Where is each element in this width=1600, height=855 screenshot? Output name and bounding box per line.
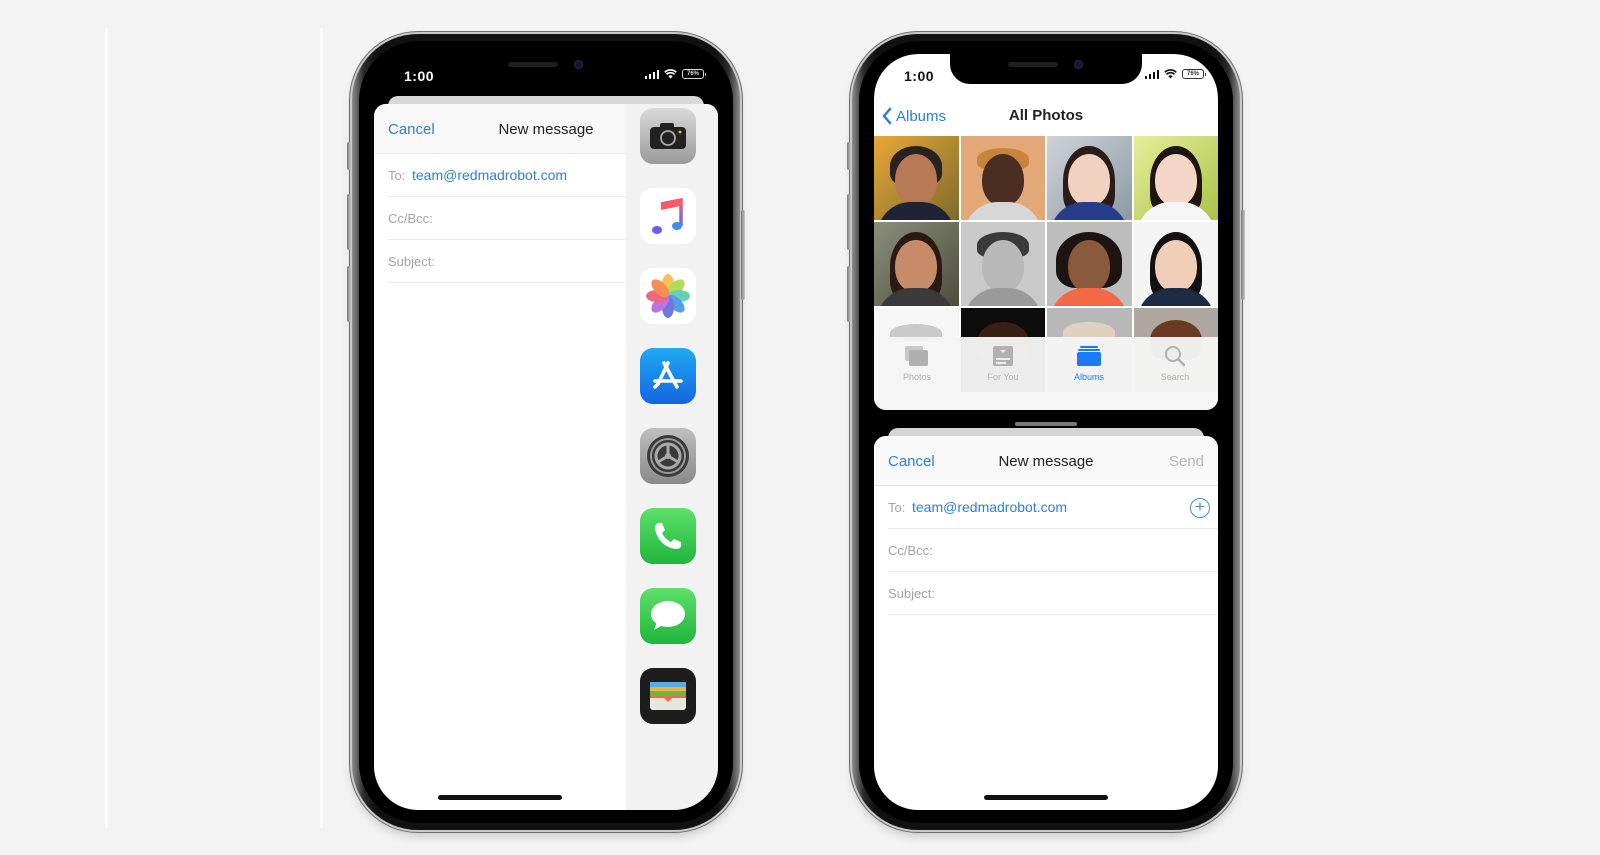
wifi-icon <box>664 69 677 79</box>
cc-bcc-label: Cc/Bcc: <box>888 543 933 558</box>
photo-thumbnail[interactable] <box>960 136 1045 220</box>
left-phone: 1:00 76% New message Cancel Send To: tea… <box>347 34 745 830</box>
albums-back-button[interactable]: Albums <box>882 107 946 125</box>
tab-photos[interactable]: Photos <box>874 337 960 410</box>
cc-bcc-field[interactable]: Cc/Bcc: <box>388 197 626 240</box>
tab-photos-label: Photos <box>902 372 932 382</box>
tab-search[interactable]: Search <box>1132 337 1218 410</box>
to-label: To: <box>888 500 906 515</box>
photo-thumbnail[interactable] <box>874 222 959 306</box>
photo-thumbnail[interactable] <box>1047 136 1132 220</box>
phone-icon[interactable] <box>640 508 696 564</box>
camera-icon[interactable] <box>640 108 696 164</box>
search-icon <box>1162 345 1188 367</box>
home-indicator[interactable] <box>984 795 1108 800</box>
compose-sheet: New message Cancel Send To: team@redmadr… <box>374 104 718 810</box>
music-icon[interactable] <box>640 188 696 244</box>
tab-search-label: Search <box>1160 372 1190 382</box>
home-indicator[interactable] <box>438 795 562 800</box>
tab-for-you[interactable]: For You <box>960 337 1046 410</box>
app-store-icon[interactable] <box>640 348 696 404</box>
subject-label: Subject: <box>388 254 435 269</box>
cancel-button[interactable]: Cancel <box>388 121 435 138</box>
messages-icon[interactable] <box>640 588 696 644</box>
subject-field[interactable]: Subject: <box>888 572 1218 615</box>
albums-icon <box>1076 345 1102 367</box>
right-phone: 1:00 76% All Photos Albums Photos For Yo… <box>847 34 1245 830</box>
tab-for-you-label: For You <box>987 372 1019 382</box>
compose-sheet: New message Cancel Send To: team@redmadr… <box>874 436 1218 810</box>
power-button <box>741 210 745 300</box>
silent-switch <box>847 142 851 170</box>
status-time: 1:00 <box>404 68 435 84</box>
wallet-icon[interactable] <box>640 668 696 724</box>
to-recipient[interactable]: team@redmadrobot.com <box>412 167 567 183</box>
signal-icon <box>1144 69 1159 79</box>
send-button[interactable]: Send <box>1169 453 1204 470</box>
battery-icon: 76% <box>682 69 706 79</box>
volume-down-button <box>347 266 351 322</box>
split-divider-handle[interactable] <box>1015 422 1077 426</box>
cc-bcc-field[interactable]: Cc/Bcc: <box>888 529 1218 572</box>
photos-navbar: All Photos Albums <box>874 98 1218 136</box>
settings-icon[interactable] <box>640 428 696 484</box>
front-camera <box>1074 60 1083 69</box>
status-time: 1:00 <box>904 68 935 84</box>
photos-tab-bar: Photos For You Albums Search <box>874 337 1218 410</box>
tab-albums-label: Albums <box>1073 372 1104 382</box>
to-field[interactable]: To: team@redmadrobot.com + <box>888 486 1218 529</box>
photo-thumbnail[interactable] <box>1133 136 1218 220</box>
to-label: To: <box>388 168 406 183</box>
signal-icon <box>644 69 659 79</box>
background-line <box>105 28 108 828</box>
photos-stack-icon <box>904 345 930 367</box>
power-button <box>1241 210 1245 300</box>
for-you-icon <box>990 345 1016 367</box>
volume-down-button <box>847 266 851 322</box>
silent-switch <box>347 142 351 170</box>
compose-navbar: New message Cancel Send <box>874 436 1218 486</box>
photo-thumbnail[interactable] <box>960 222 1045 306</box>
albums-back-label: Albums <box>896 107 947 125</box>
speaker <box>1008 62 1058 67</box>
subject-field[interactable]: Subject: <box>388 240 626 283</box>
photo-thumbnail[interactable] <box>1133 222 1218 306</box>
photos-app: 1:00 76% All Photos Albums Photos For Yo… <box>874 54 1218 410</box>
left-screen: 1:00 76% New message Cancel Send To: tea… <box>374 54 718 810</box>
cc-bcc-label: Cc/Bcc: <box>388 211 433 226</box>
volume-up-button <box>347 194 351 250</box>
notch <box>950 54 1142 84</box>
to-field[interactable]: To: team@redmadrobot.com <box>388 154 626 197</box>
cancel-button[interactable]: Cancel <box>888 453 935 470</box>
to-recipient[interactable]: team@redmadrobot.com <box>912 499 1067 515</box>
photo-thumbnail[interactable] <box>1047 222 1132 306</box>
photos-icon[interactable] <box>640 268 696 324</box>
volume-up-button <box>847 194 851 250</box>
tab-albums[interactable]: Albums <box>1046 337 1132 410</box>
right-screen: 1:00 76% All Photos Albums Photos For Yo… <box>874 54 1218 810</box>
status-bar: 1:00 76% <box>374 54 718 98</box>
app-dock <box>626 104 718 810</box>
subject-label: Subject: <box>888 586 935 601</box>
background-line <box>320 28 323 828</box>
wifi-icon <box>1164 69 1177 79</box>
chevron-left-icon <box>882 107 892 125</box>
add-contact-button[interactable]: + <box>1190 498 1210 518</box>
photo-thumbnail[interactable] <box>874 136 959 220</box>
battery-icon: 76% <box>1182 69 1206 79</box>
